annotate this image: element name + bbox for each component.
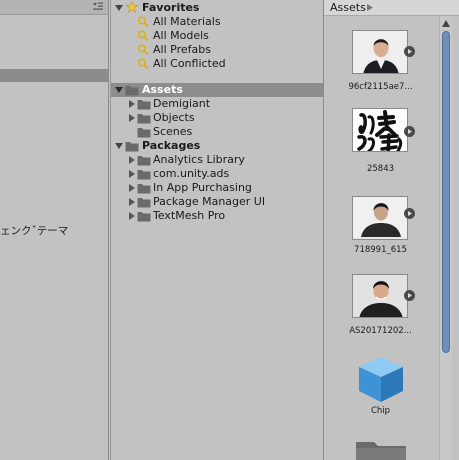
folder-icon <box>137 184 151 194</box>
breadcrumb-bar: Assets <box>324 0 459 16</box>
folder-label: Scenes <box>153 125 193 138</box>
folder-item[interactable]: Scenes <box>111 125 323 139</box>
folder-icon <box>137 128 151 138</box>
assets-header[interactable]: Assets <box>111 83 323 97</box>
search-icon <box>137 44 149 56</box>
folder-icon <box>125 86 139 96</box>
asset-label: Chip <box>370 406 391 416</box>
breadcrumb[interactable]: Assets <box>330 1 366 14</box>
person-photo-icon <box>353 275 407 317</box>
favorite-item[interactable]: All Prefabs <box>111 43 323 57</box>
favorite-item-label: All Models <box>153 29 209 42</box>
photo-thumbnail <box>352 30 408 74</box>
package-label: TextMesh Pro <box>153 209 226 222</box>
favorites-label: Favorites <box>142 1 200 14</box>
favorite-item[interactable]: All Materials <box>111 15 323 29</box>
folder-icon <box>137 100 151 110</box>
expand-triangle-icon[interactable] <box>115 86 123 94</box>
search-icon <box>137 16 149 28</box>
expand-triangle-icon[interactable] <box>115 142 123 150</box>
collapse-triangle-icon[interactable] <box>128 114 136 122</box>
asset-label: 25843 <box>366 164 395 174</box>
folder-item[interactable]: Objects <box>111 111 323 125</box>
collapse-triangle-icon[interactable] <box>128 184 136 192</box>
package-label: Analytics Library <box>153 153 245 166</box>
scroll-up-icon[interactable] <box>442 20 450 27</box>
favorite-item[interactable]: All Conflicted <box>111 57 323 71</box>
asset-item[interactable]: Chip <box>324 354 420 420</box>
asset-item[interactable]: 25843 <box>324 108 420 174</box>
play-icon[interactable] <box>404 290 415 301</box>
cube-icon <box>359 357 403 402</box>
panel-divider[interactable] <box>108 0 109 460</box>
calligraphy-thumbnail <box>352 108 408 152</box>
folder-item[interactable]: Demigiant <box>111 97 323 111</box>
package-item[interactable]: In App Purchasing <box>111 181 323 195</box>
project-tree: Favorites All Materials All Models All P… <box>111 0 323 460</box>
folder-icon <box>137 114 151 124</box>
selected-row[interactable] <box>0 69 108 82</box>
collapse-triangle-icon[interactable] <box>128 170 136 178</box>
favorites-header[interactable]: Favorites <box>111 1 323 15</box>
folder-icon <box>137 198 151 208</box>
collapse-triangle-icon[interactable] <box>128 198 136 206</box>
favorite-item-label: All Materials <box>153 15 221 28</box>
collapse-triangle-icon[interactable] <box>128 212 136 220</box>
scrollbar-thumb[interactable] <box>442 31 450 353</box>
packages-label: Packages <box>142 139 201 152</box>
folder-icon <box>137 156 151 166</box>
asset-label: AS20171202... <box>349 326 412 336</box>
package-label: Package Manager UI <box>153 195 266 208</box>
asset-item[interactable]: AS20171202... <box>324 274 420 340</box>
menu-icon[interactable] <box>93 2 103 11</box>
asset-label: 96cf2115ae7... <box>348 82 413 92</box>
breadcrumb-arrow-icon <box>367 4 373 11</box>
play-icon[interactable] <box>404 126 415 137</box>
package-item[interactable]: Analytics Library <box>111 153 323 167</box>
person-photo-icon <box>353 31 407 73</box>
hierarchy-toolbar <box>0 0 108 15</box>
photo-thumbnail <box>352 196 408 240</box>
play-icon[interactable] <box>404 46 415 57</box>
folder-label: Demigiant <box>153 97 211 110</box>
package-item[interactable]: Package Manager UI <box>111 195 323 209</box>
hierarchy-panel: ェンクˇテーマ <box>0 0 108 460</box>
package-label: In App Purchasing <box>153 181 252 194</box>
folder-icon[interactable] <box>354 438 408 460</box>
folder-label: Objects <box>153 111 195 124</box>
vertical-scrollbar[interactable] <box>439 17 452 460</box>
asset-item[interactable]: 718991_615 <box>324 196 420 262</box>
assets-label: Assets <box>142 83 183 96</box>
collapse-triangle-icon[interactable] <box>128 156 136 164</box>
photo-thumbnail <box>352 274 408 318</box>
favorite-item-label: All Prefabs <box>153 43 211 56</box>
folder-icon <box>137 170 151 180</box>
asset-item[interactable]: 96cf2115ae7... <box>324 30 420 96</box>
packages-header[interactable]: Packages <box>111 139 323 153</box>
truncated-label: ェンクˇテーマ <box>0 225 69 237</box>
favorite-item[interactable]: All Models <box>111 29 323 43</box>
search-icon <box>137 58 149 70</box>
folder-icon <box>125 142 139 152</box>
favorite-item-label: All Conflicted <box>153 57 226 70</box>
folder-icon <box>137 212 151 222</box>
asset-grid-panel: Assets 96cf2115ae7... 25843 718991_615 A… <box>324 0 459 460</box>
person-photo-icon <box>353 197 407 237</box>
asset-label: 718991_615 <box>354 245 407 255</box>
play-icon[interactable] <box>404 208 415 219</box>
calligraphy-image-icon <box>353 109 407 151</box>
package-item[interactable]: com.unity.ads <box>111 167 323 181</box>
search-icon <box>137 30 149 42</box>
collapse-triangle-icon[interactable] <box>128 100 136 108</box>
package-label: com.unity.ads <box>153 167 230 180</box>
expand-triangle-icon[interactable] <box>115 4 123 12</box>
star-icon <box>125 1 139 13</box>
package-item[interactable]: TextMesh Pro <box>111 209 323 223</box>
